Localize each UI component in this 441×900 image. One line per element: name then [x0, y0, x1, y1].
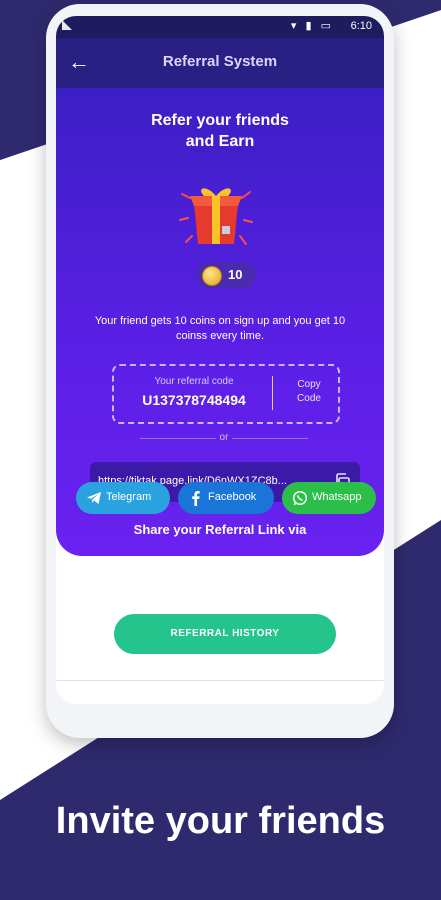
referral-code-value: U137378748494	[142, 392, 246, 408]
separator-line-right	[232, 438, 308, 439]
whatsapp-share-button[interactable]: Whatsapp	[282, 482, 376, 514]
bottom-divider	[56, 680, 384, 681]
copy-code-label-2: Code	[297, 393, 321, 404]
referral-code-box: Your referral code U137378748494 Copy Co…	[112, 364, 340, 424]
coin-icon	[202, 266, 222, 286]
referral-code-label: Your referral code	[154, 376, 234, 387]
facebook-share-button[interactable]: Facebook	[178, 482, 274, 514]
copy-code-button[interactable]: Copy Code	[280, 378, 338, 406]
share-title: Share your Referral Link via	[133, 522, 307, 537]
or-separator: or	[140, 432, 308, 446]
headline-line-2: and Earn	[185, 133, 255, 150]
status-time: 6:10	[350, 20, 372, 32]
facebook-label: Facebook	[208, 491, 257, 503]
phone-frame: ▾ ▮ ▭ 6:10 ← Referral System Refer your …	[46, 4, 394, 738]
page-title: Referral System	[162, 53, 278, 70]
gift-box-icon	[179, 188, 253, 245]
telegram-share-button[interactable]: Telegram	[76, 482, 170, 514]
telegram-label: Telegram	[106, 491, 152, 503]
headline-line-1: Refer your friends	[151, 112, 289, 129]
code-divider	[272, 376, 273, 410]
coin-balance-badge: 10	[196, 262, 256, 288]
app-screen: ▾ ▮ ▭ 6:10 ← Referral System Refer your …	[56, 16, 384, 704]
app-bar: ← Referral System	[56, 38, 384, 88]
referral-history-button[interactable]: REFERRAL HISTORY	[114, 614, 336, 654]
status-bar: ▾ ▮ ▭ 6:10	[56, 16, 384, 38]
copy-code-label-1: Copy	[297, 379, 321, 390]
coin-count: 10	[228, 267, 243, 282]
whatsapp-icon	[292, 490, 308, 506]
reward-description: Your friend gets 10 coins on sign up and…	[94, 315, 346, 342]
telegram-icon	[87, 492, 101, 504]
signal-corner-icon	[62, 20, 72, 30]
promo-caption: Invite your friends	[55, 800, 386, 842]
status-icons: ▾ ▮ ▭	[290, 20, 334, 32]
headline: Refer your friends and Earn	[56, 110, 384, 152]
facebook-icon	[192, 491, 200, 506]
whatsapp-label: Whatsapp	[312, 491, 362, 503]
